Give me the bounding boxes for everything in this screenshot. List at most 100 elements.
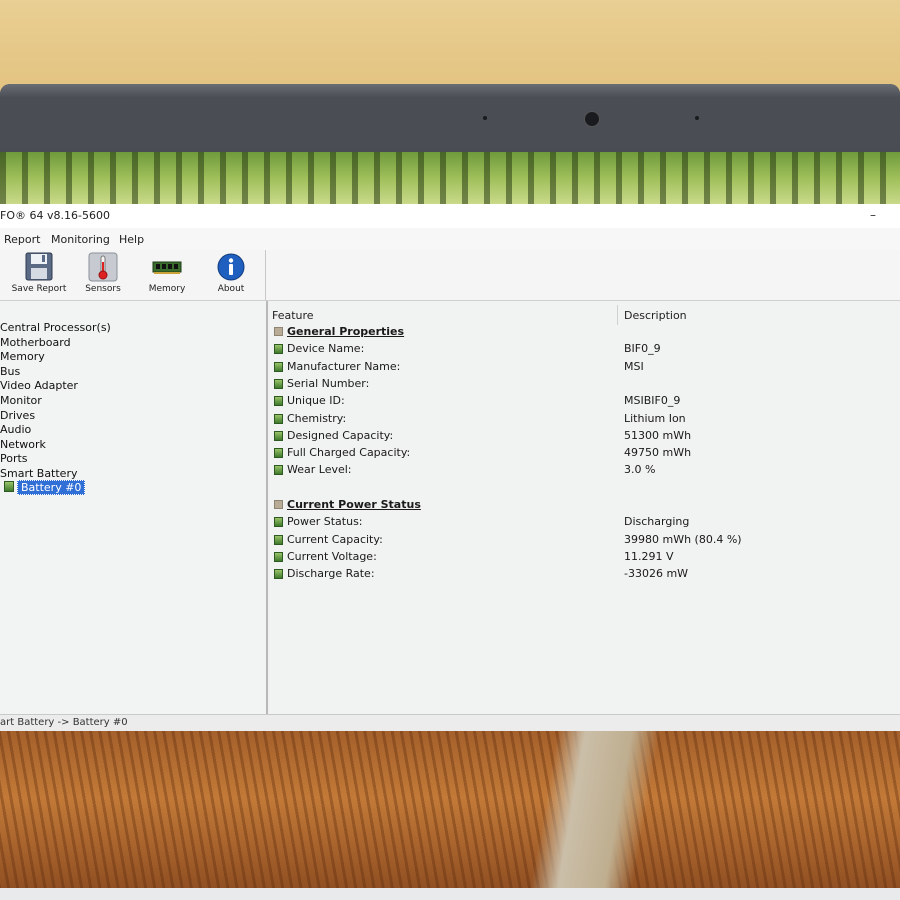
table-row[interactable]: Wear Level: 3.0 % [274,462,894,478]
tree-item-memory[interactable]: Memory [0,350,45,363]
info-icon [217,253,245,281]
bezel-edge [0,84,900,98]
feature-value: 39980 mWh (80.4 %) [624,532,742,546]
tree-item-monitor[interactable]: Monitor [0,394,42,407]
taskbar[interactable] [0,888,900,900]
table-row[interactable]: Full Charged Capacity: 49750 mWh [274,445,894,461]
table-row[interactable]: Chemistry: Lithium Ion [274,411,894,427]
column-header-description[interactable]: Description [624,309,687,322]
tree-item-network[interactable]: Network [0,438,46,451]
feature-value: Lithium Ion [624,411,686,425]
section-title: General Properties [287,325,405,338]
title-bar[interactable]: FO® 64 v8.16-5600 – [0,204,900,229]
feature-value: 51300 mWh [624,428,692,442]
battery-leaf-icon [274,448,283,459]
table-row[interactable]: Unique ID: MSIBIF0_9 [274,393,894,409]
menu-report[interactable]: Report [4,233,40,246]
feature-value: 11.291 V [624,549,674,563]
feature-value: 3.0 % [624,463,656,477]
tree-item-video-adapter[interactable]: Video Adapter [0,379,78,392]
tree-item-drives[interactable]: Drives [0,409,35,422]
table-row[interactable]: Current Voltage: 11.291 V [274,549,894,565]
battery-leaf-icon [274,344,283,355]
table-row[interactable]: Current Capacity: 39980 mWh (80.4 %) [274,532,894,548]
feature-value: Discharging [624,515,690,529]
section-header-current-power-status: Current Power Status [274,497,894,513]
table-row[interactable]: Manufacturer Name: MSI [274,359,894,375]
memory-button[interactable]: Memory [134,252,200,298]
tree-item-ports[interactable]: Ports [0,452,28,465]
menu-bar: Report Monitoring Help [0,228,900,251]
feature-label: Chemistry: [287,411,347,425]
table-row[interactable]: Device Name: BIF0_9 [274,341,894,357]
feature-value: MSIBIF0_9 [624,394,681,408]
sensors-label: Sensors [85,284,121,294]
battery-leaf-icon [274,465,283,476]
desktop-wallpaper-top [0,152,900,204]
feature-value: MSI [624,359,644,373]
webcam [584,111,600,127]
feature-label: Serial Number: [287,376,370,390]
floppy-disk-icon [25,252,53,281]
microphone-dot [695,116,699,120]
device-tree: Central Processor(s) Motherboard Memory … [0,301,268,714]
battery-leaf-icon [274,361,283,372]
feature-value: BIF0_9 [624,342,661,356]
toolbar: Save Report Sensors Memory About [0,250,900,301]
battery-leaf-icon [274,396,283,407]
menu-monitoring[interactable]: Monitoring [51,233,110,246]
feature-label: Device Name: [287,342,365,356]
feature-label: Full Charged Capacity: [287,446,411,460]
tree-item-audio[interactable]: Audio [0,423,31,436]
about-label: About [217,284,245,294]
tree-item-smart-battery[interactable]: Smart Battery [0,467,77,480]
about-button[interactable]: About [198,252,264,298]
status-text: art Battery -> Battery #0 [0,717,128,728]
battery-leaf-icon [274,534,283,545]
battery-leaf-icon [274,378,283,389]
selected-tree-label: Battery #0 [17,480,86,495]
feature-label: Wear Level: [287,463,352,477]
column-header-feature[interactable]: Feature [272,309,314,322]
battery-leaf-icon [274,430,283,441]
save-report-button[interactable]: Save Report [6,252,72,298]
status-bar: art Battery -> Battery #0 [0,714,900,731]
feature-label: Manufacturer Name: [287,359,401,373]
table-row[interactable]: Power Status: Discharging [274,514,894,530]
column-divider [617,305,618,325]
memory-label: Memory [148,284,186,294]
memory-module-icon [152,261,182,274]
feature-label: Current Capacity: [287,532,383,546]
section-icon [274,500,283,509]
battery-leaf-icon [4,481,14,492]
desktop-wallpaper-bottom [0,730,900,900]
tree-item-bus[interactable]: Bus [0,365,20,378]
feature-label: Current Voltage: [287,549,377,563]
section-header-general-properties: General Properties [274,324,894,340]
section-icon [274,327,283,336]
battery-leaf-icon [274,551,283,562]
tree-item-battery-0[interactable]: Battery #0 [4,480,86,495]
tree-item-motherboard[interactable]: Motherboard [0,336,71,349]
feature-label: Power Status: [287,515,363,529]
menu-help[interactable]: Help [119,233,144,246]
toolbar-separator [265,250,266,300]
aida64-window: FO® 64 v8.16-5600 – Report Monitoring He… [0,204,900,731]
feature-label: Unique ID: [287,394,345,408]
section-title: Current Power Status [287,498,421,511]
table-row[interactable]: Serial Number: [274,376,894,392]
minimize-button[interactable]: – [870,208,876,222]
feature-value: 49750 mWh [624,446,692,460]
table-row[interactable]: Discharge Rate: -33026 mW [274,566,894,582]
feature-value: -33026 mW [624,567,689,581]
tree-item-central-processor[interactable]: Central Processor(s) [0,321,111,334]
window-title: FO® 64 v8.16-5600 [0,209,110,222]
feature-label: Designed Capacity: [287,428,394,442]
save-report-label: Save Report [11,284,67,294]
feature-label: Discharge Rate: [287,567,375,581]
thermometer-icon [88,252,118,282]
sensors-button[interactable]: Sensors [70,252,136,298]
table-row[interactable]: Designed Capacity: 51300 mWh [274,428,894,444]
details-table: Feature Description General Properties D… [269,301,900,714]
battery-leaf-icon [274,569,283,580]
